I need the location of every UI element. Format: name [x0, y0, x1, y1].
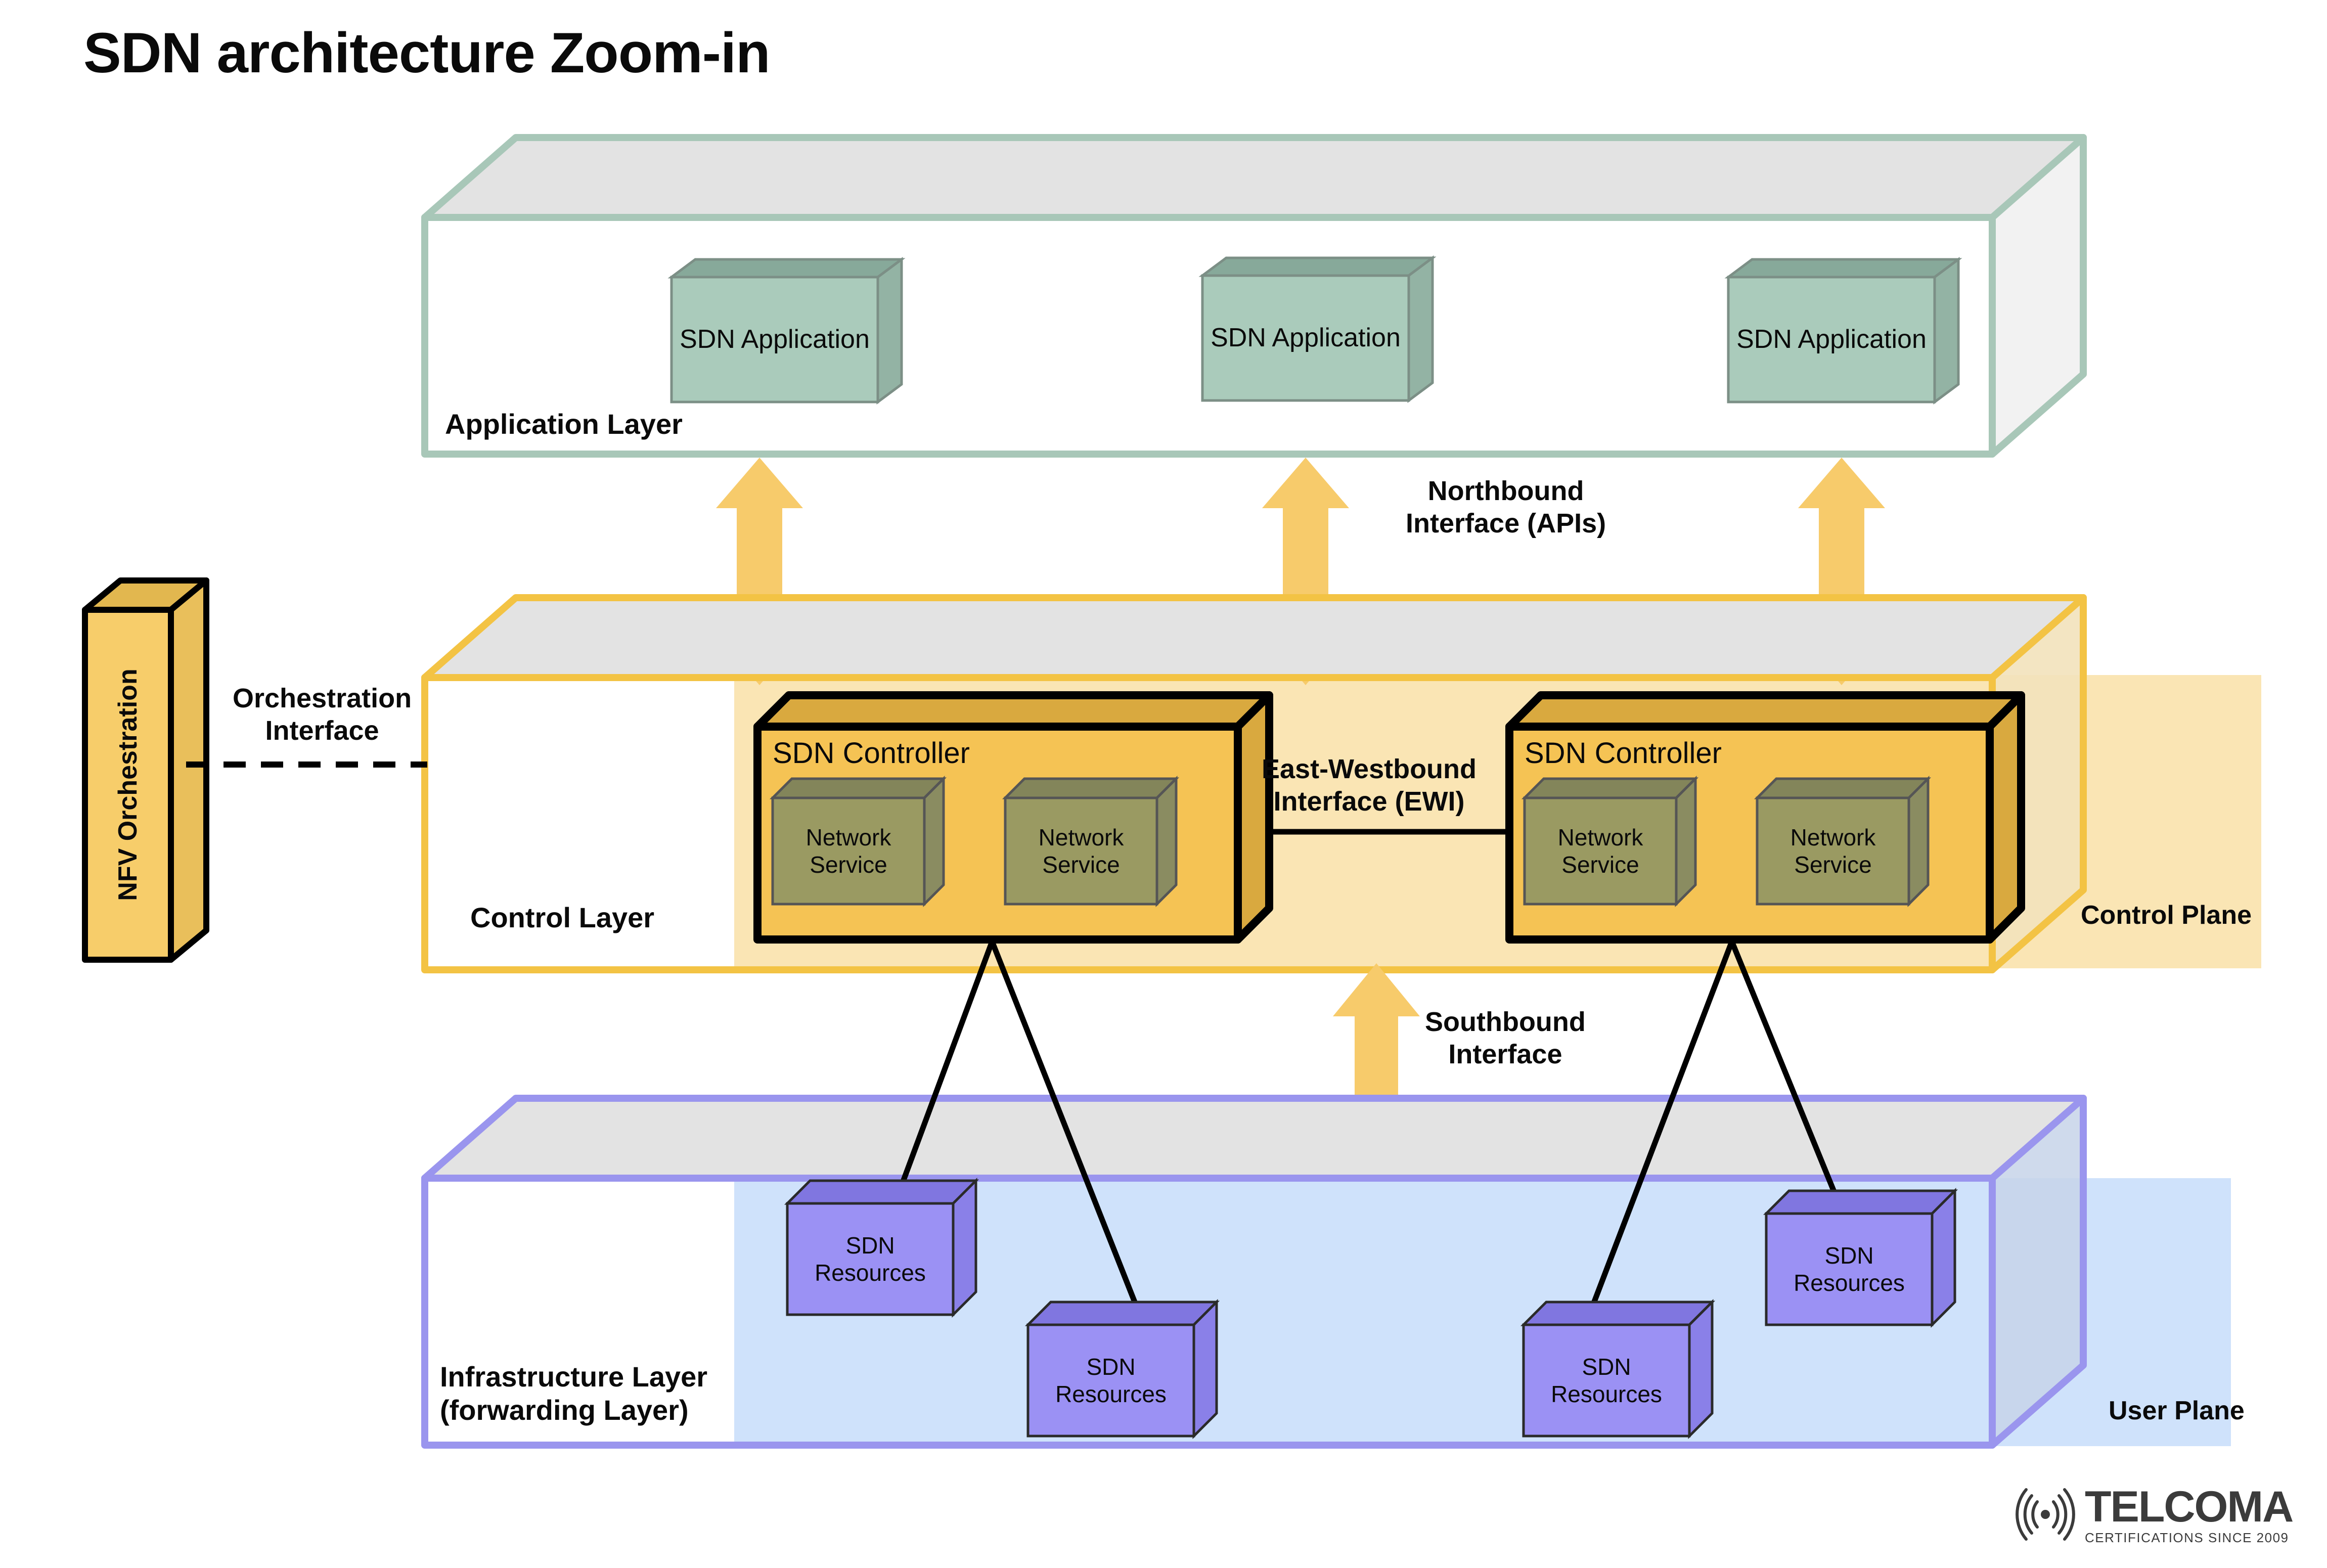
user-plane-label: User Plane	[2109, 1396, 2245, 1425]
east-westbound-interface-label: East-Westbound Interface (EWI)	[1262, 754, 1477, 817]
nfv-orchestration-label: NFV Orchestration	[113, 668, 143, 901]
sdn-resources-box	[1520, 1298, 1716, 1440]
telcoma-logo-name: TELCOMA	[2085, 1482, 2294, 1531]
sdn-resources-box	[1763, 1187, 1958, 1328]
sdn-resources-box	[1024, 1298, 1220, 1440]
control-layer-label: Control Layer	[470, 902, 655, 933]
sdn-application-boxes	[667, 255, 1962, 405]
sdn-controller-box	[1505, 691, 2025, 944]
sdn-controller-box	[753, 691, 1273, 944]
application-layer-label: Application Layer	[445, 408, 683, 440]
sdn-application-box	[1724, 257, 1962, 405]
network-service-box	[1002, 775, 1180, 908]
telcoma-logo: TELCOMA CERTIFICATIONS SINCE 2009	[2015, 1482, 2298, 1547]
wifi-signal-icon	[2016, 1488, 2075, 1541]
network-service-box	[1521, 775, 1699, 908]
northbound-interface-label: Northbound Interface (APIs)	[1406, 476, 1606, 539]
infrastructure-layer-label: Infrastructure Layer (forwarding Layer)	[440, 1361, 708, 1426]
sdn-architecture-svg	[82, 134, 2261, 1449]
orchestration-interface-label: Orchestration Interface	[233, 683, 412, 746]
network-service-box	[769, 775, 947, 908]
diagram-canvas: SDN architecture Zoom-in Application Lay…	[0, 0, 2327, 1568]
control-plane-label: Control Plane	[2081, 901, 2252, 930]
sdn-resources-box	[784, 1177, 979, 1318]
sdn-application-box	[667, 257, 906, 405]
southbound-interface-label: Southbound Interface	[1425, 1007, 1586, 1069]
telcoma-logo-tagline: CERTIFICATIONS SINCE 2009	[2085, 1530, 2289, 1545]
network-service-box	[1754, 775, 1932, 908]
sdn-application-box	[1198, 255, 1437, 403]
nfv-orchestration-box	[82, 577, 209, 963]
